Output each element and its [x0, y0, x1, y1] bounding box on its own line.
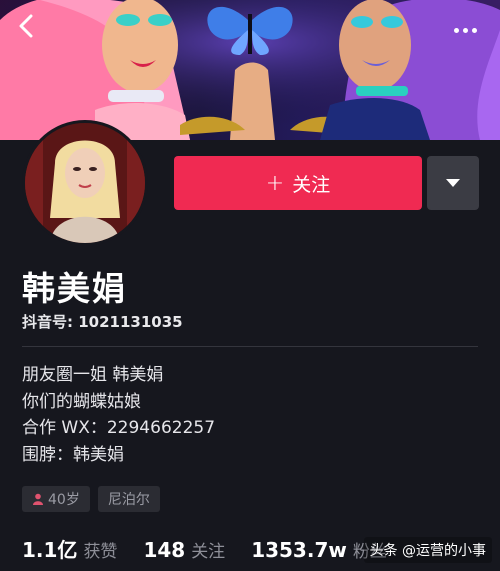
stat-likes: 1.1亿 获赞: [22, 534, 117, 563]
banner-illustration: [0, 0, 500, 140]
stat-value: 1353.7w: [251, 538, 347, 562]
stat-value: 148: [143, 538, 186, 562]
avatar[interactable]: [22, 120, 148, 246]
follow-button-label: 关注: [292, 173, 331, 196]
bio-line: 合作 WX：2294662257: [22, 418, 216, 438]
profile-stats: 1.1亿 获赞 148 关注 1353.7w 粉丝: [22, 534, 413, 563]
chevron-left-icon: [19, 14, 33, 38]
more-dots-icon: [453, 27, 459, 33]
stat-value: 1.1亿: [22, 538, 78, 562]
age-tag-label: 40岁: [48, 492, 80, 508]
female-user-icon: [33, 493, 43, 505]
caret-down-icon: [446, 179, 460, 187]
stat-label: 获赞: [83, 542, 118, 562]
watermark-text: 头条 @运营的小事: [369, 543, 486, 559]
profile-tags: 40岁 尼泊尔: [22, 486, 160, 512]
bio-line: 围脖：韩美娟: [22, 444, 124, 465]
location-tag-label: 尼泊尔: [107, 492, 150, 508]
back-button[interactable]: [18, 14, 48, 44]
follow-button[interactable]: + 关注: [174, 156, 422, 210]
location-tag: 尼泊尔: [97, 486, 160, 512]
stat-label: 关注: [191, 542, 226, 562]
stat-following[interactable]: 148 关注: [143, 537, 225, 562]
recommend-dropdown-button[interactable]: [427, 156, 479, 210]
bio-line: 朋友圈一姐 韩美娟: [22, 365, 164, 385]
age-tag: 40岁: [22, 486, 90, 512]
profile-banner: [0, 0, 500, 140]
watermark: 头条 @运营的小事: [363, 537, 492, 563]
bio-line: 你们的蝴蝶姑娘: [22, 391, 141, 412]
profile-name: 韩美娟: [22, 269, 127, 308]
more-options-button[interactable]: [448, 18, 482, 42]
avatar-image: [25, 123, 145, 243]
divider: [22, 346, 478, 347]
douyin-id: 抖音号: 1021131035: [22, 313, 183, 331]
plus-icon: +: [265, 170, 285, 196]
profile-bio: 朋友圈一姐 韩美娟 你们的蝴蝶姑娘 合作 WX：2294662257 围脖：韩美…: [22, 362, 215, 468]
